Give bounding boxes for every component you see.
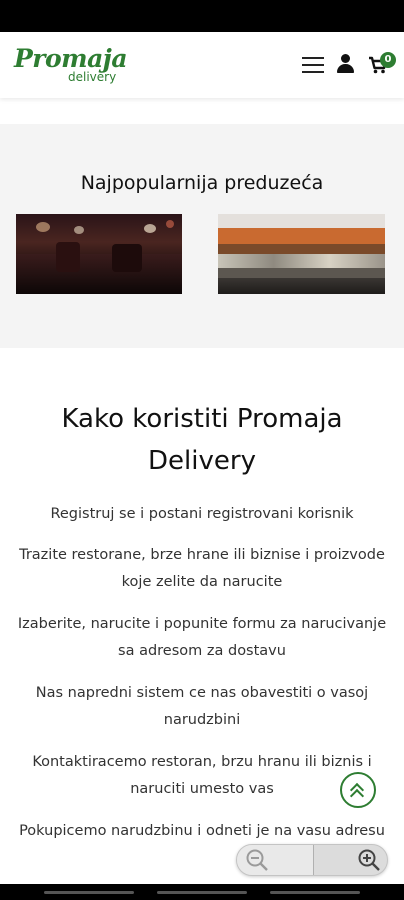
zoom-control xyxy=(236,844,388,876)
zoom-in-icon[interactable] xyxy=(357,848,381,872)
restaurant-interior-image[interactable] xyxy=(16,214,182,294)
logo-subtext: delivery xyxy=(68,70,117,84)
section-title: Najpopularnija preduzeća xyxy=(80,172,324,194)
cart-button[interactable]: 0 xyxy=(368,52,398,76)
section-title: Kako koristiti Promaja Delivery xyxy=(61,404,343,476)
logo-text: Promaja xyxy=(14,44,128,73)
zoom-out-icon[interactable] xyxy=(245,848,269,872)
step-text: Kontaktiracemo restoran, brzu hranu ili … xyxy=(32,754,372,797)
step-text: Trazite restorane, brze hrane ili biznis… xyxy=(19,547,385,590)
system-nav-bar xyxy=(0,884,404,900)
user-icon[interactable] xyxy=(336,54,354,74)
popular-businesses-section: Najpopularnija preduzeća xyxy=(0,124,404,348)
site-header: Promaja delivery 0 xyxy=(0,32,404,98)
hamburger-menu-icon[interactable] xyxy=(302,56,324,74)
scroll-to-top-button[interactable] xyxy=(340,772,376,808)
step-text: Izaberite, narucite i popunite formu za … xyxy=(17,616,387,659)
step-text: Registruj se i postani registrovani kori… xyxy=(50,506,354,522)
step-text: Pokupicemo narudzbinu i odneti je na vas… xyxy=(19,823,385,839)
step-text: Nas napredni sistem ce nas obavestiti o … xyxy=(35,685,369,728)
status-bar xyxy=(0,0,404,32)
food-counter-image[interactable] xyxy=(218,214,385,294)
logo[interactable]: Promaja delivery xyxy=(14,44,128,86)
cart-count-badge: 0 xyxy=(380,52,396,68)
